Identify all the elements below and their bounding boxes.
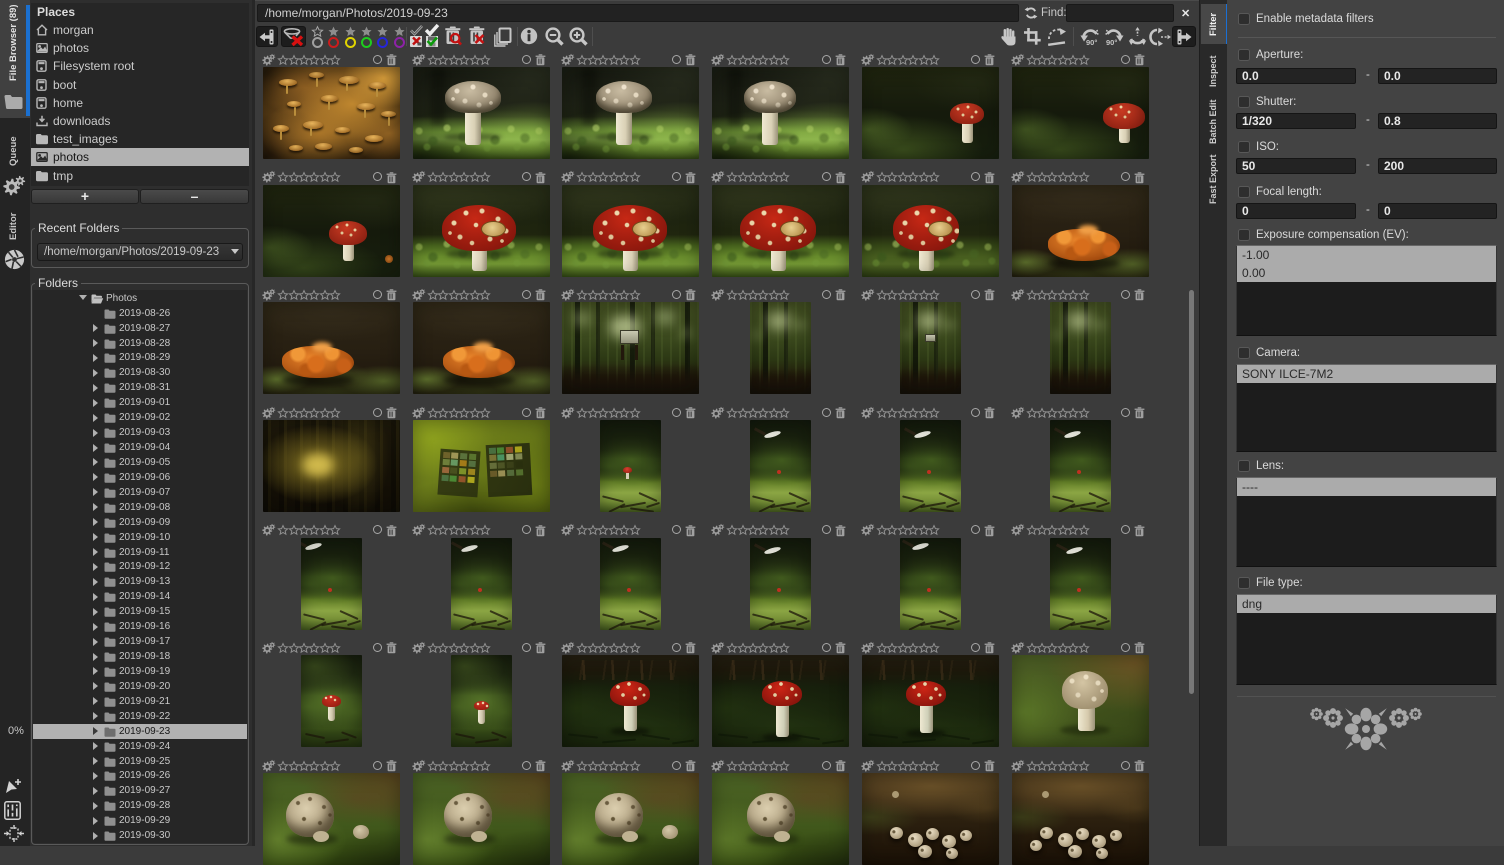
- svg-text:90°: 90°: [1106, 38, 1117, 47]
- svg-text:90°: 90°: [1086, 38, 1097, 47]
